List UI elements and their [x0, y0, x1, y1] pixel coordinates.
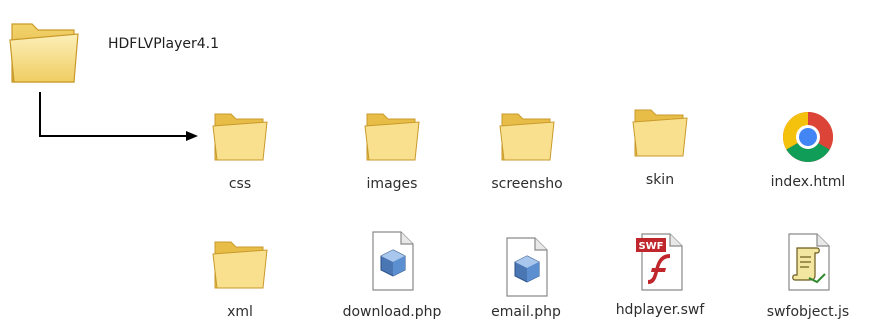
- file-label: images: [366, 176, 418, 192]
- root-folder-label: HDFLVPlayer4.1: [108, 36, 220, 52]
- file-label: email.php: [491, 304, 561, 320]
- file-item-index-html[interactable]: index.html: [743, 110, 873, 190]
- file-item-skin[interactable]: skin: [595, 100, 725, 188]
- file-label: index.html: [770, 174, 846, 190]
- folder-icon: [364, 113, 420, 161]
- folder-icon: [212, 241, 268, 289]
- php-file-icon: [506, 237, 548, 297]
- file-label: screensho: [491, 176, 563, 192]
- chrome-icon: [783, 112, 833, 162]
- folder-icon: [632, 109, 688, 157]
- file-item-xml[interactable]: xml: [175, 232, 305, 320]
- file-item-css[interactable]: css: [175, 104, 305, 192]
- file-item-swfobject-js[interactable]: swfobject.js: [743, 232, 873, 320]
- file-label: swfobject.js: [766, 304, 850, 320]
- folder-icon: [499, 113, 555, 161]
- file-item-screensho[interactable]: screensho: [462, 104, 592, 192]
- file-item-email-php[interactable]: email.php: [461, 236, 591, 320]
- file-item-download-php[interactable]: download.php: [327, 230, 457, 320]
- swf-badge-text: SWF: [638, 241, 663, 252]
- file-label: skin: [645, 172, 675, 188]
- file-label: xml: [227, 304, 253, 320]
- file-label: download.php: [342, 304, 442, 320]
- file-label: hdplayer.swf: [615, 302, 705, 318]
- file-item-hdplayer-swf[interactable]: SWF hdplayer.swf: [595, 232, 725, 318]
- swf-file-icon: SWF: [636, 233, 683, 291]
- folder-icon: [212, 113, 268, 161]
- script-file-icon: [788, 233, 830, 291]
- root-folder[interactable]: [8, 10, 80, 86]
- folder-icon: [9, 23, 79, 83]
- file-item-images[interactable]: images: [327, 104, 457, 192]
- php-file-icon: [372, 231, 414, 291]
- file-label: css: [228, 176, 252, 192]
